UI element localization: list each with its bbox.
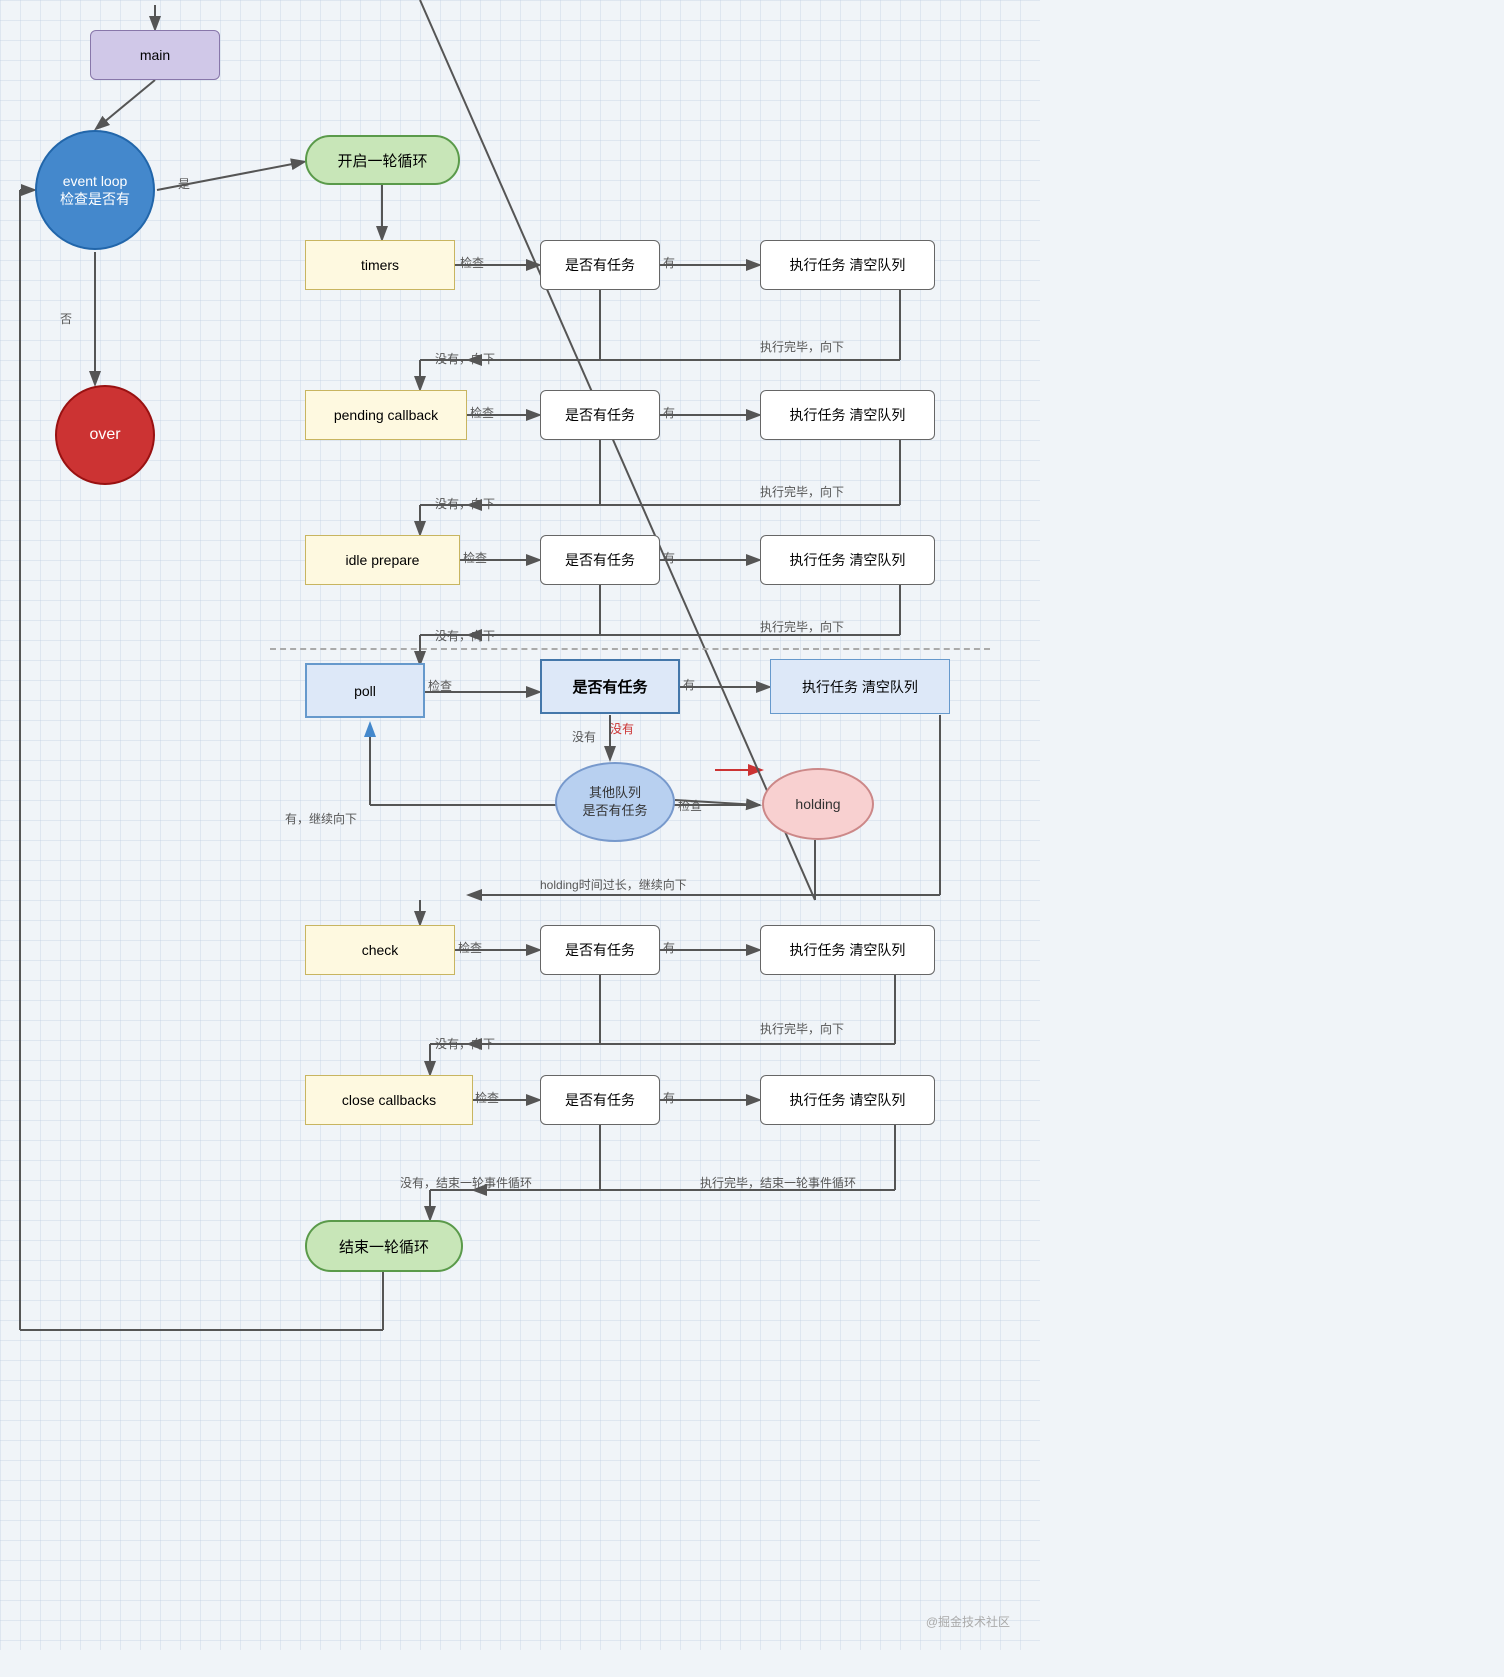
close-check-label: 检查 (475, 1089, 499, 1106)
fou-label: 否 (60, 310, 72, 327)
idle-check-node: 是否有任务 (540, 535, 660, 585)
pending-no-label: 没有，向下 (435, 495, 495, 512)
pending-check-label: 检查 (470, 404, 494, 421)
poll-no-label: 没有 (572, 728, 596, 745)
poll-check-node: 是否有任务 (540, 659, 680, 714)
idle-label: idle prepare (346, 552, 420, 568)
idle-check-label: 检查 (463, 549, 487, 566)
idle-you-label: 有 (663, 549, 675, 566)
check-check-node: 是否有任务 (540, 925, 660, 975)
timers-exec-node: 执行任务 清空队列 (760, 240, 935, 290)
poll-you-label: 有 (683, 676, 695, 693)
poll-no2-label: 没有 (610, 720, 634, 737)
holding-node: holding (762, 768, 874, 840)
poll-label: poll (354, 683, 376, 699)
timers-check-node: 是否有任务 (540, 240, 660, 290)
check-no-label: 没有，向下 (435, 1035, 495, 1052)
check-node: check (305, 925, 455, 975)
end-loop-label: 结束一轮循环 (339, 1236, 429, 1257)
diagram-container: main event loop检查是否有 over 是 否 开启一轮循环 tim… (0, 0, 1040, 1650)
check-check-label: 检查 (458, 939, 482, 956)
close-done-label: 执行完毕，结束一轮事件循环 (700, 1174, 856, 1191)
close-cb-label: close callbacks (342, 1092, 436, 1108)
timers-done-label: 执行完毕，向下 (760, 338, 844, 355)
close-exec-node: 执行任务 请空队列 (760, 1075, 935, 1125)
timers-label: timers (361, 257, 399, 273)
you-jixu-label: 有，继续向下 (285, 810, 357, 827)
poll-check-label: 检查 (428, 677, 452, 694)
close-no-label: 没有，结束一轮事件循环 (400, 1174, 532, 1191)
event-loop-label: event loop检查是否有 (60, 172, 130, 208)
pending-you-label: 有 (663, 404, 675, 421)
idle-done-label: 执行完毕，向下 (760, 618, 844, 635)
timers-node: timers (305, 240, 455, 290)
pending-label: pending callback (334, 407, 438, 423)
timers-you-label: 有 (663, 254, 675, 271)
idle-node: idle prepare (305, 535, 460, 585)
event-loop-node: event loop检查是否有 (35, 130, 155, 250)
holding-label: holding (795, 796, 840, 812)
check-you-label: 有 (663, 939, 675, 956)
main-node: main (90, 30, 220, 80)
pending-exec-node: 执行任务 清空队列 (760, 390, 935, 440)
other-queue-node: 其他队列是否有任务 (555, 762, 675, 842)
close-cb-node: close callbacks (305, 1075, 473, 1125)
idle-exec-node: 执行任务 清空队列 (760, 535, 935, 585)
start-loop-label: 开启一轮循环 (337, 150, 427, 171)
check-exec-node: 执行任务 清空队列 (760, 925, 935, 975)
other-check-label: 检查 (678, 797, 702, 814)
holding-overtime-label: holding时间过长，继续向下 (540, 876, 687, 893)
over-label: over (89, 426, 120, 444)
idle-no-label: 没有，向下 (435, 627, 495, 644)
over-node: over (55, 385, 155, 485)
main-label: main (140, 47, 170, 63)
watermark: @掘金技术社区 (926, 1613, 1010, 1630)
timers-no-label: 没有，向下 (435, 350, 495, 367)
pending-check-node: 是否有任务 (540, 390, 660, 440)
poll-exec-node: 执行任务 清空队列 (770, 659, 950, 714)
shi-label: 是 (178, 175, 190, 192)
poll-node: poll (305, 663, 425, 718)
check-label: check (362, 942, 399, 958)
close-check-node: 是否有任务 (540, 1075, 660, 1125)
close-you-label: 有 (663, 1089, 675, 1106)
pending-done-label: 执行完毕，向下 (760, 483, 844, 500)
check-done-label: 执行完毕，向下 (760, 1020, 844, 1037)
timers-check-label: 检查 (460, 254, 484, 271)
start-loop-node: 开启一轮循环 (305, 135, 460, 185)
end-loop-node: 结束一轮循环 (305, 1220, 463, 1272)
pending-node: pending callback (305, 390, 467, 440)
